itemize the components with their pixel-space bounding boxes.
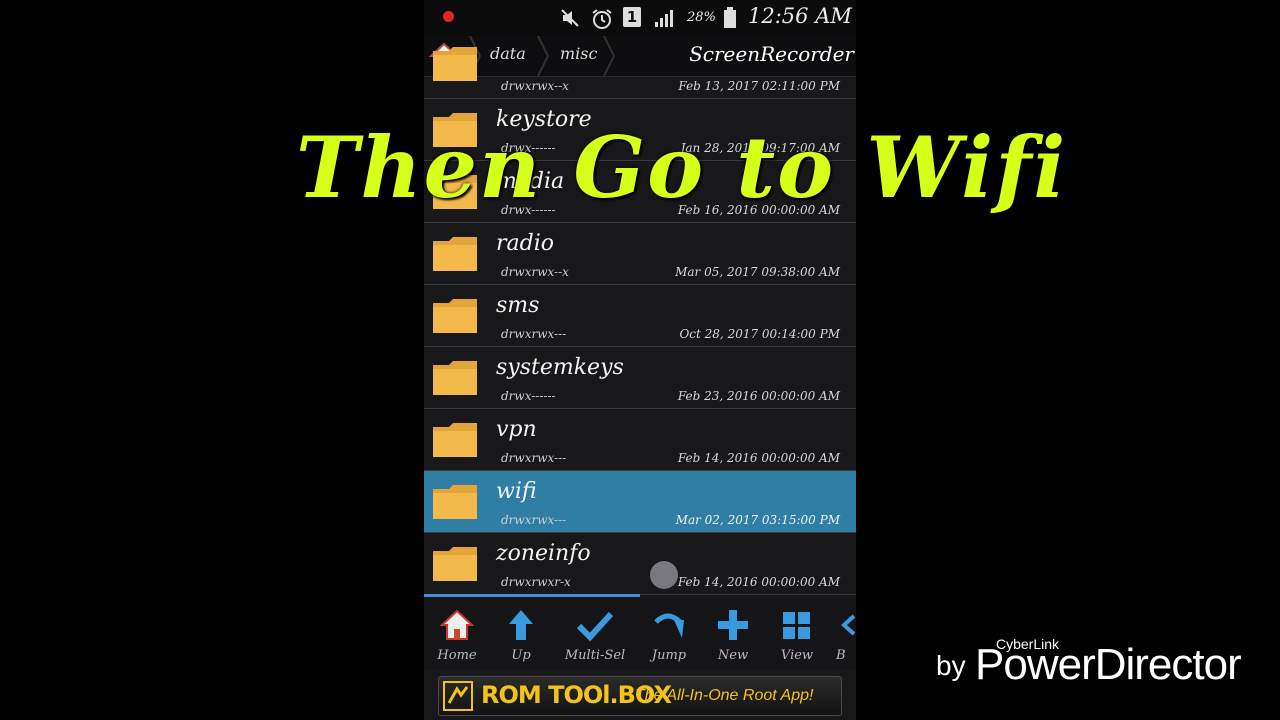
watermark-powerdirector: PowerDirector [975, 640, 1242, 689]
file-permissions: drwxrwx--- [501, 327, 567, 341]
multi-select-label: Multi-Sel [564, 648, 626, 663]
battery-icon [723, 7, 737, 34]
file-date: Feb 14, 2016 00:00:00 AM [677, 451, 840, 465]
more-button[interactable]: B [834, 604, 856, 664]
file-date: Oct 28, 2017 00:14:00 PM [679, 327, 840, 341]
file-name: radio [496, 231, 554, 256]
file-date: Mar 05, 2017 09:38:00 AM [675, 265, 840, 279]
list-item[interactable]: sms drwxrwx--- Oct 28, 2017 00:14:00 PM [424, 285, 856, 347]
file-date: Feb 23, 2016 00:00:00 AM [677, 389, 840, 403]
list-item-selected[interactable]: wifi drwxrwx--- Mar 02, 2017 03:15:00 PM [424, 471, 856, 533]
file-permissions: drwxrwx--- [501, 451, 567, 465]
file-permissions: drwxrwx--- [501, 513, 567, 527]
view-button[interactable]: View [764, 604, 830, 664]
sim-icon: 1 [623, 7, 641, 27]
overlay-caption: Then Go to Wifi [296, 118, 1068, 217]
file-name: systemkeys [496, 355, 624, 380]
arrow-left-icon [841, 614, 856, 636]
list-item[interactable]: radio drwxrwx--x Mar 05, 2017 09:38:00 A… [424, 223, 856, 285]
ad-tagline: The All-In-One Root App! [635, 687, 814, 704]
home-label: Home [437, 648, 477, 663]
list-item[interactable]: systemkeys drwx------ Feb 23, 2016 00:00… [424, 347, 856, 409]
more-label: B [836, 648, 846, 663]
file-permissions: drwxrwxr-x [501, 575, 571, 589]
battery-percent: 28% [687, 10, 716, 25]
list-item[interactable]: zoneinfo drwxrwxr-x Feb 14, 2016 00:00:0… [424, 533, 856, 595]
plus-icon [718, 610, 748, 640]
alarm-icon [591, 8, 613, 35]
home-button[interactable]: Home [424, 604, 490, 664]
watermark-by: by [936, 650, 966, 681]
rom-toolbox-logo-icon [443, 681, 473, 711]
view-label: View [780, 648, 814, 663]
multi-select-button[interactable]: Multi-Sel [562, 604, 628, 664]
file-date: Mar 02, 2017 03:15:00 PM [675, 513, 840, 527]
list-item[interactable]: drwxrwx--x Feb 13, 2017 02:11:00 PM [424, 37, 856, 99]
folder-icon [433, 237, 477, 271]
file-permissions: drwxrwx--x [501, 79, 569, 93]
new-button[interactable]: New [700, 604, 766, 664]
checkmark-icon [577, 611, 613, 642]
ad-banner[interactable]: ROM TOOl.BOX The All-In-One Root App! [438, 676, 842, 716]
arrow-up-icon [509, 610, 533, 640]
up-button[interactable]: Up [488, 604, 554, 664]
file-permissions: drwxrwx--x [501, 265, 569, 279]
file-date: Feb 13, 2017 02:11:00 PM [678, 79, 840, 93]
file-name: vpn [496, 417, 537, 442]
phone-screen: 1 28% 12:56 AM data misc ScreenRecorder … [424, 0, 856, 720]
clock-time: 12:56 AM [748, 4, 852, 28]
bottom-toolbar: Home Up Multi-Sel Jump New View B [424, 598, 856, 670]
file-name: sms [496, 293, 540, 318]
jump-button[interactable]: Jump [636, 604, 702, 664]
touch-indicator [650, 561, 678, 589]
status-bar: 1 28% 12:56 AM [424, 0, 856, 36]
list-item[interactable]: vpn drwxrwx--- Feb 14, 2016 00:00:00 AM [424, 409, 856, 471]
folder-icon [433, 361, 477, 395]
home-icon [440, 609, 474, 640]
signal-icon [654, 8, 676, 33]
new-label: New [717, 648, 749, 663]
mute-icon [560, 8, 580, 33]
file-date: Feb 14, 2016 00:00:00 AM [677, 575, 840, 589]
grid-view-icon [783, 612, 810, 639]
jump-label: Jump [651, 648, 687, 663]
folder-icon [433, 47, 477, 81]
folder-icon [433, 547, 477, 581]
up-label: Up [511, 648, 531, 663]
folder-icon [433, 299, 477, 333]
file-name: wifi [496, 479, 537, 504]
folder-icon [433, 485, 477, 519]
file-name: zoneinfo [496, 541, 591, 566]
record-dot-icon [443, 11, 454, 22]
jump-arrow-icon [654, 613, 684, 638]
folder-icon [433, 423, 477, 457]
scroll-position-indicator [424, 594, 640, 597]
file-permissions: drwx------ [501, 389, 556, 403]
